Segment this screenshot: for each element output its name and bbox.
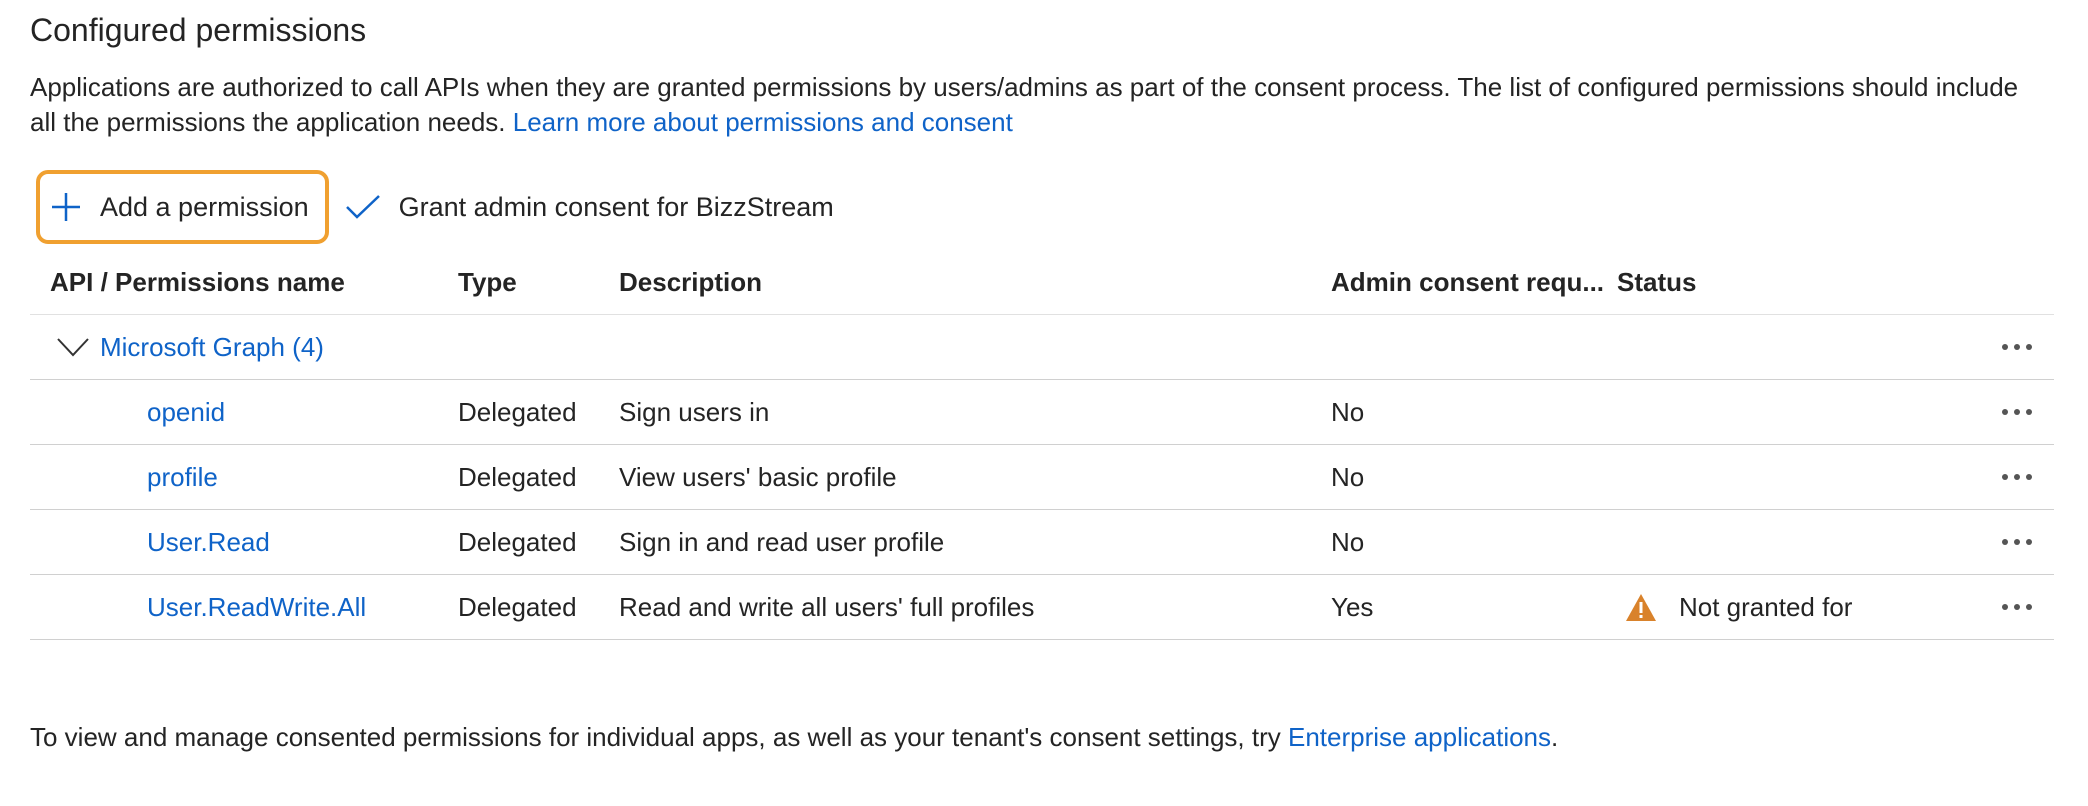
description-cell: Read and write all users' full profiles [619, 591, 1035, 622]
status-text: Not granted for [1679, 591, 1853, 622]
table-row: User.Read Delegated Sign in and read use… [30, 510, 2054, 575]
table-row: User.ReadWrite.All Delegated Read and wr… [30, 575, 2054, 640]
grant-admin-consent-label: Grant admin consent for BizzStream [398, 191, 834, 222]
col-header-type[interactable]: Type [458, 267, 619, 298]
col-header-name[interactable]: API / Permissions name [30, 267, 458, 298]
admin-consent-cell: No [1331, 396, 1365, 427]
intro-paragraph: Applications are authorized to call APIs… [30, 70, 2040, 140]
group-row-microsoft-graph: Microsoft Graph (4) [30, 315, 2054, 380]
permission-link-openid[interactable]: openid [147, 397, 225, 427]
more-options-icon[interactable] [1994, 336, 2040, 358]
more-options-icon[interactable] [1994, 401, 2040, 423]
type-cell: Delegated [458, 591, 577, 622]
admin-consent-cell: No [1331, 461, 1365, 492]
learn-more-link[interactable]: Learn more about permissions and consent [513, 107, 1013, 137]
more-options-icon[interactable] [1994, 596, 2040, 618]
permissions-table: API / Permissions name Type Description … [30, 250, 2054, 640]
checkmark-icon [345, 195, 380, 219]
grant-admin-consent-button[interactable]: Grant admin consent for BizzStream [345, 192, 834, 223]
admin-consent-cell: No [1331, 526, 1365, 557]
table-row: profile Delegated View users' basic prof… [30, 445, 2054, 510]
chevron-down-icon[interactable] [56, 336, 90, 358]
add-permission-button[interactable]: Add a permission [36, 170, 329, 244]
col-header-status[interactable]: Status [1617, 267, 1977, 298]
permission-link-user-read[interactable]: User.Read [147, 527, 270, 557]
type-cell: Delegated [458, 461, 577, 492]
footer-suffix: . [1551, 722, 1559, 752]
table-header: API / Permissions name Type Description … [30, 250, 2054, 315]
intro-text: Applications are authorized to call APIs… [30, 72, 2019, 137]
add-permission-label: Add a permission [100, 191, 309, 222]
status-cell: Not granted for [1617, 592, 1977, 623]
warning-icon [1626, 593, 1656, 621]
more-options-icon[interactable] [1994, 466, 2040, 488]
footer-paragraph: To view and manage consented permissions… [30, 720, 1558, 755]
description-cell: View users' basic profile [619, 461, 897, 492]
plus-icon [52, 193, 80, 221]
more-options-icon[interactable] [1994, 531, 2040, 553]
permission-link-profile[interactable]: profile [147, 462, 218, 492]
page-title: Configured permissions [30, 12, 367, 48]
col-header-description[interactable]: Description [619, 267, 1331, 298]
table-row: openid Delegated Sign users in No [30, 380, 2054, 445]
description-cell: Sign in and read user profile [619, 526, 945, 557]
footer-text: To view and manage consented permissions… [30, 722, 1281, 752]
permission-link-user-readwrite-all[interactable]: User.ReadWrite.All [147, 592, 366, 622]
description-cell: Sign users in [619, 396, 770, 427]
col-header-admin-consent[interactable]: Admin consent requ... [1331, 267, 1617, 298]
enterprise-applications-link[interactable]: Enterprise applications [1288, 722, 1551, 752]
type-cell: Delegated [458, 526, 577, 557]
toolbar: Add a permission Grant admin consent for… [36, 168, 834, 246]
microsoft-graph-link[interactable]: Microsoft Graph (4) [100, 332, 324, 363]
admin-consent-cell: Yes [1331, 591, 1374, 622]
type-cell: Delegated [458, 396, 577, 427]
